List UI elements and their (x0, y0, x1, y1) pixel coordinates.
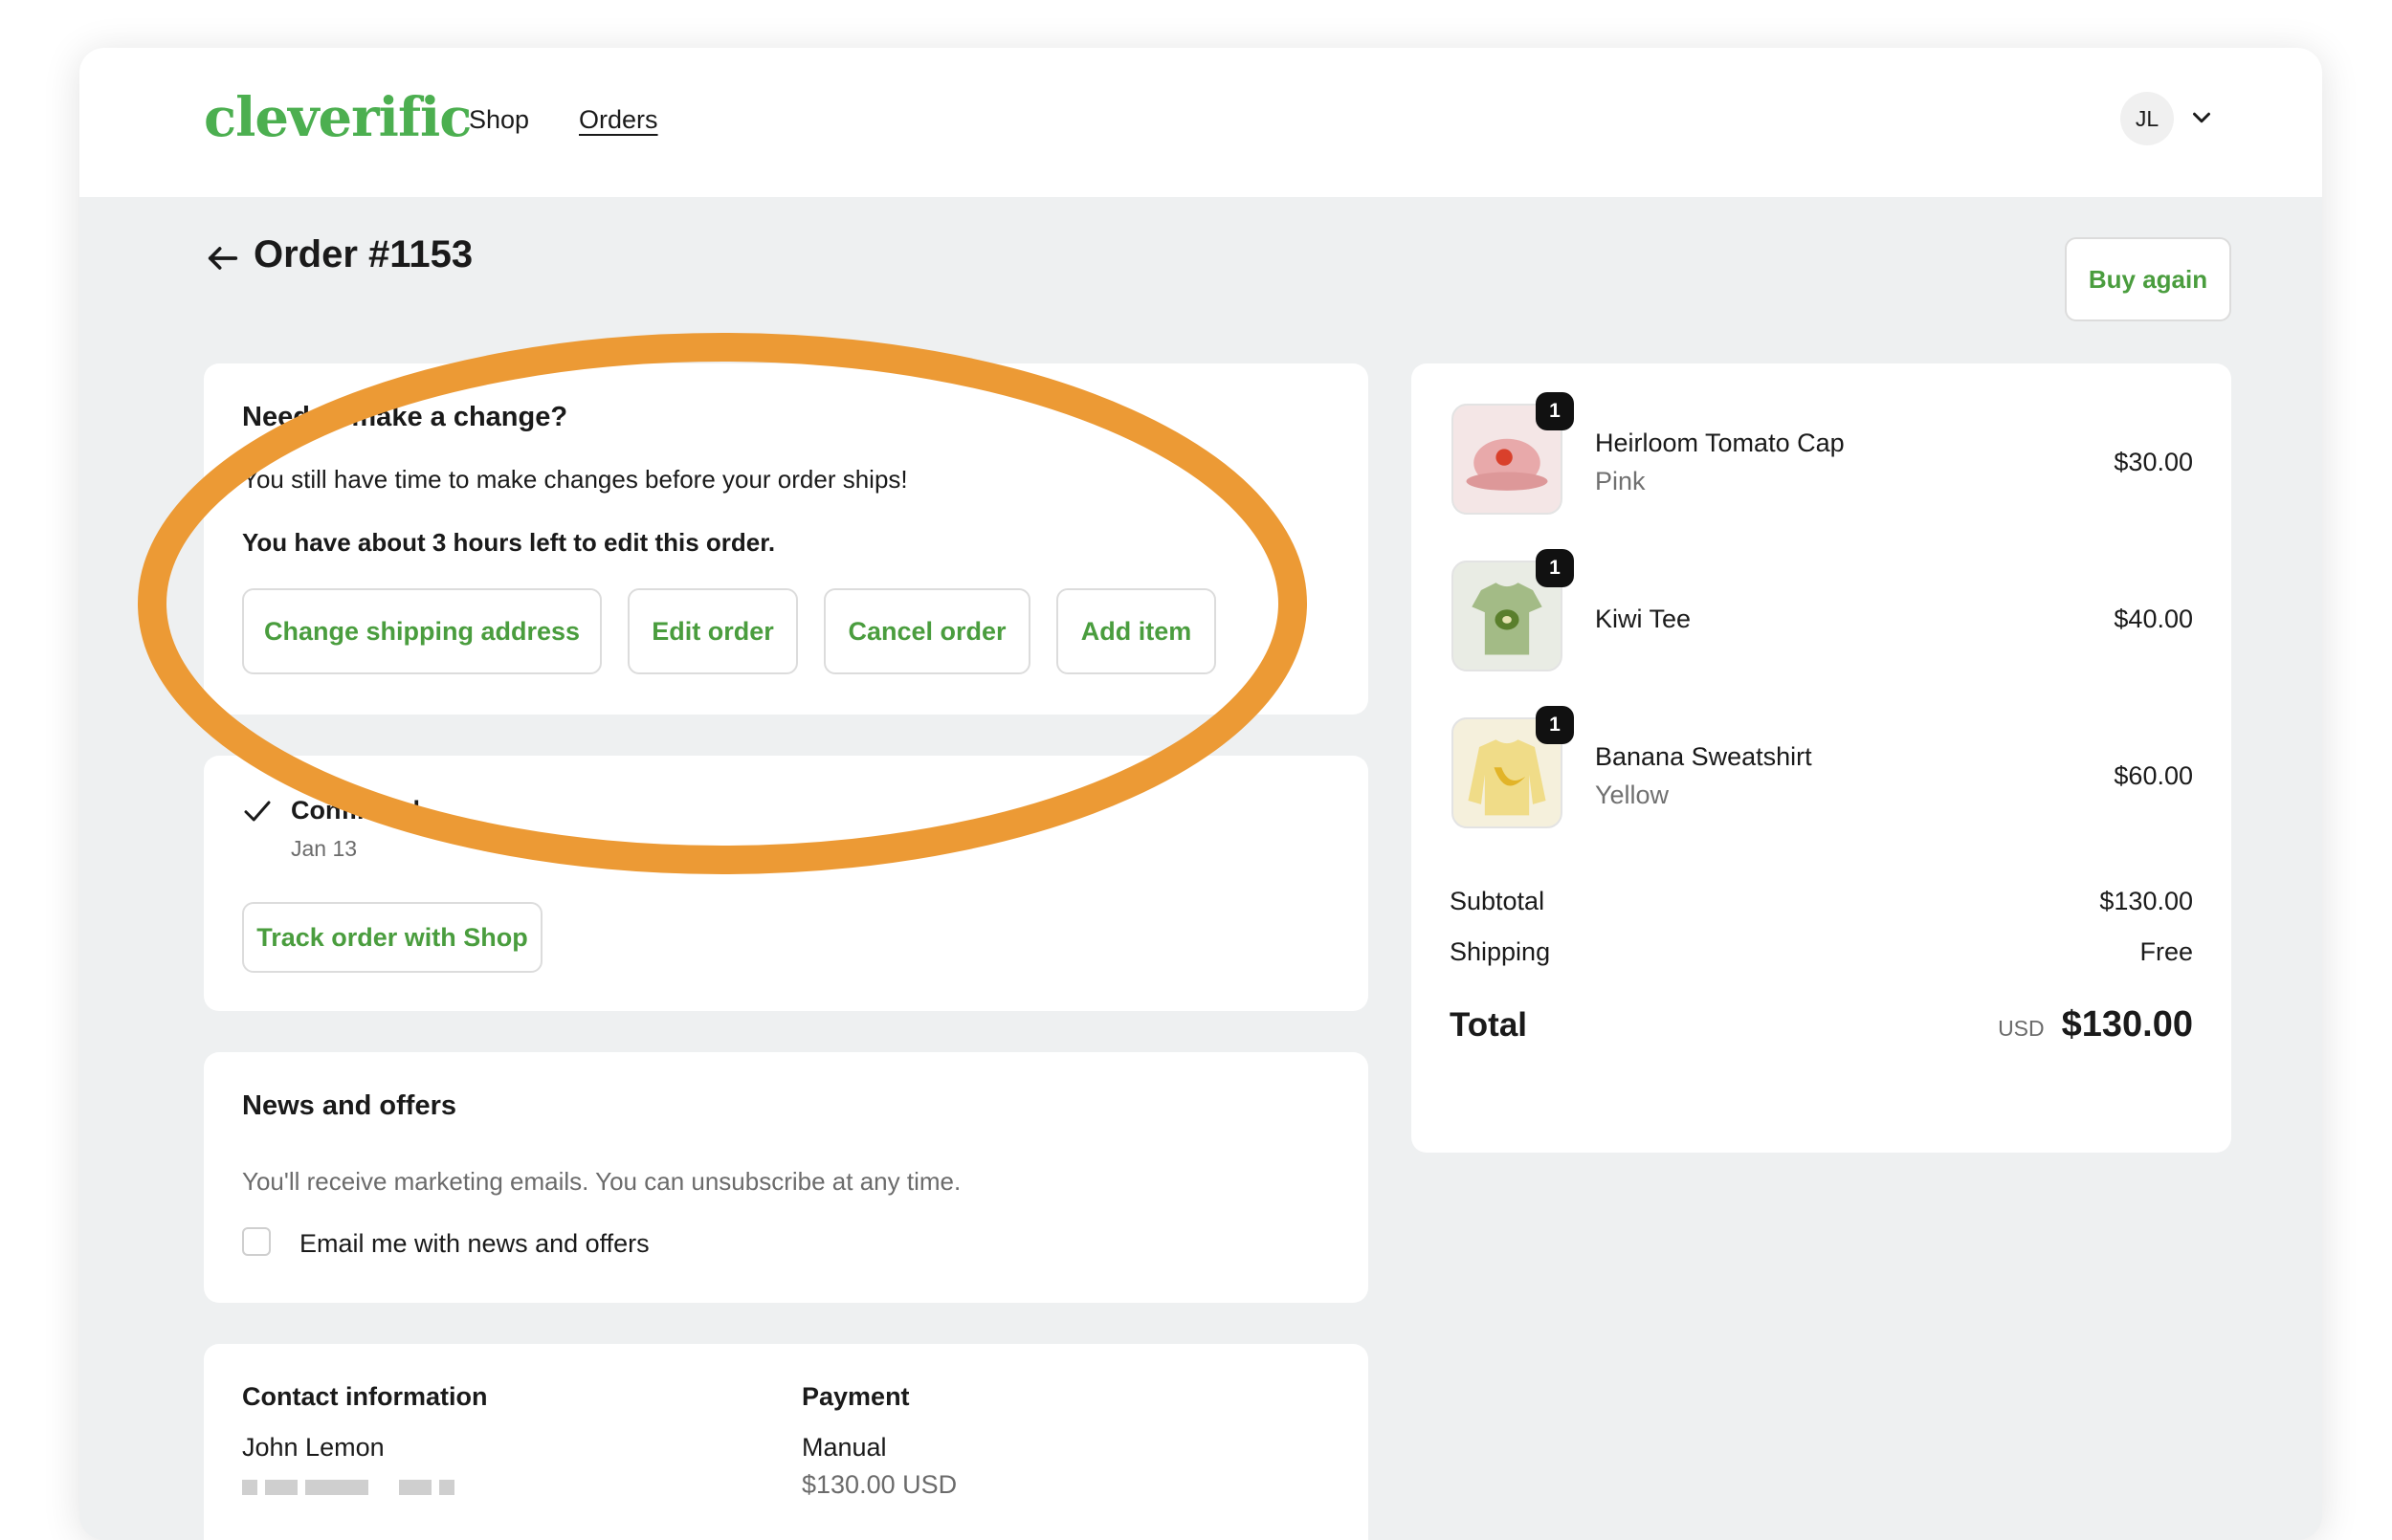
order-info-card: Contact information John Lemon Payment M… (204, 1344, 1368, 1540)
status-date: Jan 13 (291, 836, 358, 861)
page-title: Order #1153 (254, 233, 474, 275)
back-arrow-icon[interactable] (204, 239, 242, 277)
product-name: Kiwi Tee (1595, 605, 1692, 633)
site-header: cleverific Shop Orders JL (79, 48, 2322, 197)
change-shipping-address-button[interactable]: Change shipping address (242, 588, 602, 674)
check-icon (244, 801, 271, 822)
product-price: $30.00 (2114, 448, 2193, 476)
news-body: You'll receive marketing emails. You can… (242, 1167, 962, 1196)
edit-order-button[interactable]: Edit order (628, 588, 798, 674)
quantity-badge: 1 (1536, 392, 1574, 430)
product-price: $40.00 (2114, 605, 2193, 633)
subtotal-label: Subtotal (1450, 887, 1545, 915)
add-item-button[interactable]: Add item (1056, 588, 1216, 674)
shipping-label: Shipping (1450, 937, 1551, 966)
change-card-heading: Need to make a change? (242, 402, 568, 432)
track-order-button[interactable]: Track order with Shop (242, 902, 543, 973)
order-status-card: Confirmed Jan 13 Track order with Shop (204, 756, 1368, 1011)
buy-again-button[interactable]: Buy again (2065, 237, 2231, 321)
news-checkbox-label[interactable]: Email me with news and offers (299, 1229, 650, 1259)
change-order-card: Need to make a change? You still have ti… (204, 363, 1368, 715)
product-name: Banana Sweatshirt (1595, 742, 1812, 771)
redacted-email (242, 1480, 454, 1495)
order-summary-card: 1 Heirloom Tomato Cap Pink $30.00 1 Kiwi… (1411, 363, 2231, 1153)
total-label: Total (1450, 1006, 1528, 1044)
browser-window: cleverific Shop Orders JL Order #1153 Bu… (79, 48, 2322, 1540)
product-variant: Yellow (1595, 781, 1670, 809)
product-price: $60.00 (2114, 761, 2193, 790)
status-label: Confirmed (291, 796, 420, 825)
nav-orders[interactable]: Orders (579, 105, 658, 135)
change-card-body: You still have time to make changes befo… (242, 465, 908, 494)
total-value: $130.00 (2061, 1004, 2193, 1045)
news-heading: News and offers (242, 1090, 456, 1121)
product-name: Heirloom Tomato Cap (1595, 429, 1845, 457)
cancel-order-button[interactable]: Cancel order (824, 588, 1030, 674)
payment-method: Manual (802, 1433, 887, 1462)
quantity-badge: 1 (1536, 549, 1574, 587)
chevron-down-icon[interactable] (2187, 103, 2216, 132)
shipping-value: Free (2139, 937, 2193, 966)
total-group: USD $130.00 (1998, 1004, 2193, 1045)
payment-amount: $130.00 USD (802, 1470, 958, 1499)
subtotal-value: $130.00 (2099, 887, 2193, 915)
payment-heading: Payment (802, 1382, 910, 1411)
contact-name: John Lemon (242, 1433, 385, 1462)
news-checkbox[interactable] (242, 1227, 271, 1256)
avatar[interactable]: JL (2120, 92, 2174, 145)
product-variant: Pink (1595, 467, 1646, 495)
news-offers-card: News and offers You'll receive marketing… (204, 1052, 1368, 1303)
time-left-text: You have about 3 hours left to edit this… (242, 528, 776, 557)
currency-code: USD (1998, 1016, 2045, 1041)
store-logo[interactable]: cleverific (204, 86, 472, 149)
nav-shop[interactable]: Shop (469, 105, 529, 135)
contact-heading: Contact information (242, 1382, 488, 1411)
quantity-badge: 1 (1536, 706, 1574, 744)
